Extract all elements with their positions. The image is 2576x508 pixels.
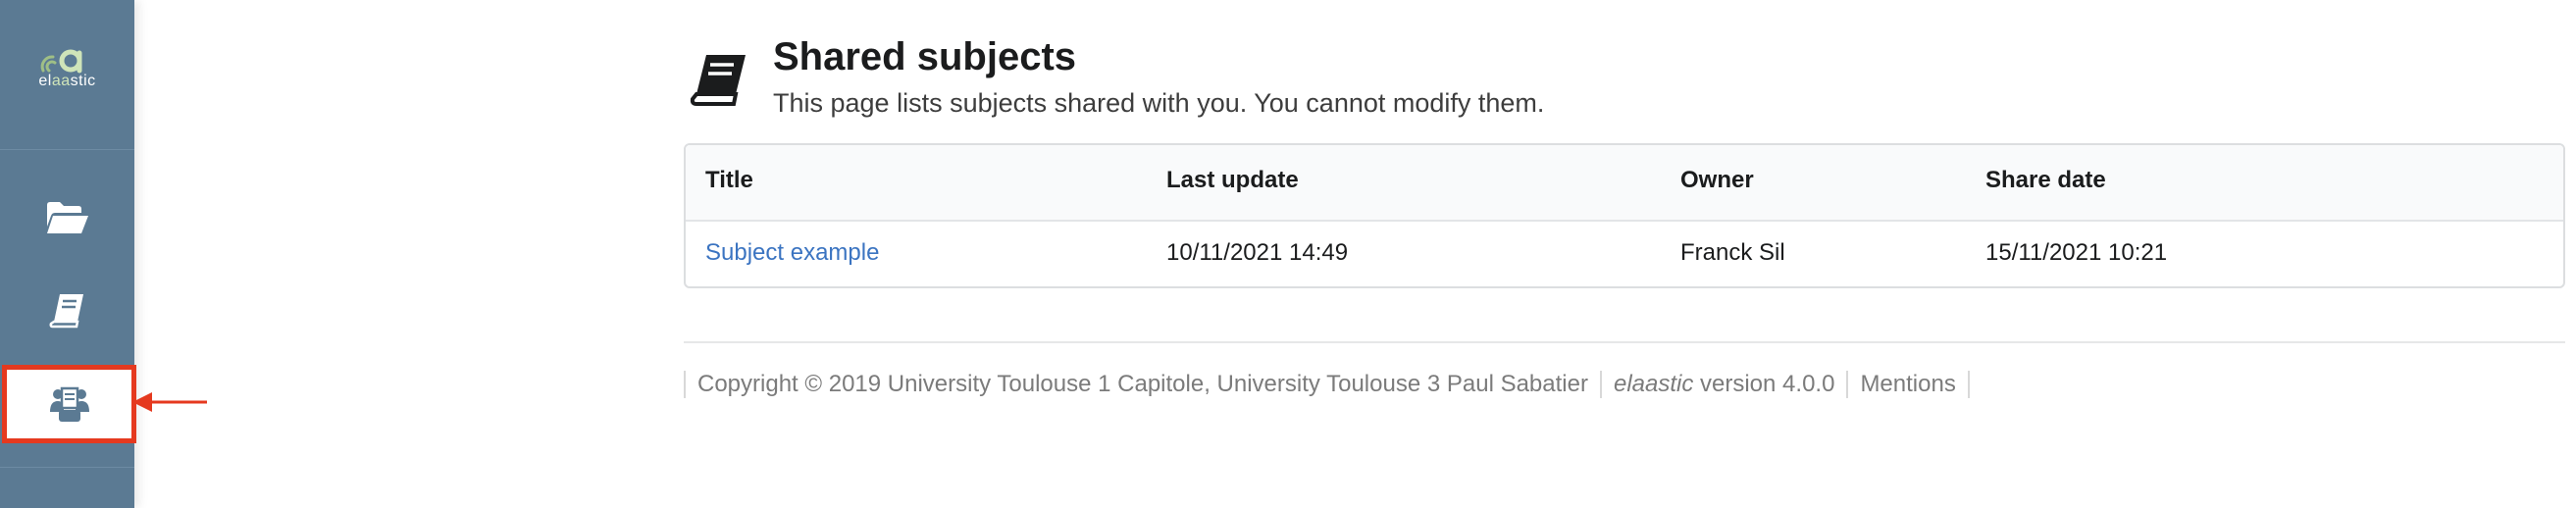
- sidebar-divider: [0, 467, 134, 468]
- brand-name: elaastic: [38, 73, 96, 89]
- page-title: Shared subjects: [773, 35, 1077, 78]
- sidebar: elaastic: [0, 0, 136, 508]
- sidebar-item-my-subjects[interactable]: [0, 265, 134, 359]
- folder-open-icon: [46, 202, 88, 233]
- footer-version: elaastic version 4.0.0: [1599, 371, 1846, 398]
- book-icon: [49, 294, 83, 329]
- footer: Copyright © 2019 University Toulouse 1 C…: [684, 368, 1970, 401]
- share-date-cell: 15/11/2021 10:21: [1985, 239, 2168, 266]
- brand-logo[interactable]: elaastic: [0, 0, 134, 150]
- subject-link[interactable]: Subject example: [705, 239, 879, 266]
- column-header-owner[interactable]: Owner: [1680, 167, 1754, 194]
- footer-divider: [684, 341, 2565, 343]
- column-header-last-update[interactable]: Last update: [1166, 167, 1299, 194]
- subject-title-cell: Subject example: [705, 239, 879, 267]
- footer-app-name: elaastic: [1613, 371, 1694, 397]
- shared-subjects-icon: [49, 386, 89, 422]
- footer-version-text: version 4.0.0: [1693, 371, 1835, 397]
- column-header-title[interactable]: Title: [705, 167, 753, 194]
- table-row: Subject example 10/11/2021 14:49 Franck …: [686, 222, 2563, 286]
- owner-cell: Franck Sil: [1680, 239, 1785, 266]
- shared-subjects-table: Title Last update Owner Share date Subje…: [684, 143, 2565, 288]
- table-header: Title Last update Owner Share date: [686, 145, 2563, 222]
- book-icon: [690, 55, 746, 106]
- footer-copyright: Copyright © 2019 University Toulouse 1 C…: [684, 371, 1600, 398]
- last-update-cell: 10/11/2021 14:49: [1166, 239, 1349, 266]
- footer-mentions-link[interactable]: Mentions: [1846, 371, 1970, 398]
- sidebar-item-courses[interactable]: [0, 171, 134, 265]
- page-subtitle: This page lists subjects shared with you…: [773, 88, 1545, 118]
- column-header-share-date[interactable]: Share date: [1985, 167, 2106, 194]
- annotation-arrow-icon: [132, 392, 207, 412]
- sidebar-item-shared-subjects[interactable]: [2, 365, 136, 443]
